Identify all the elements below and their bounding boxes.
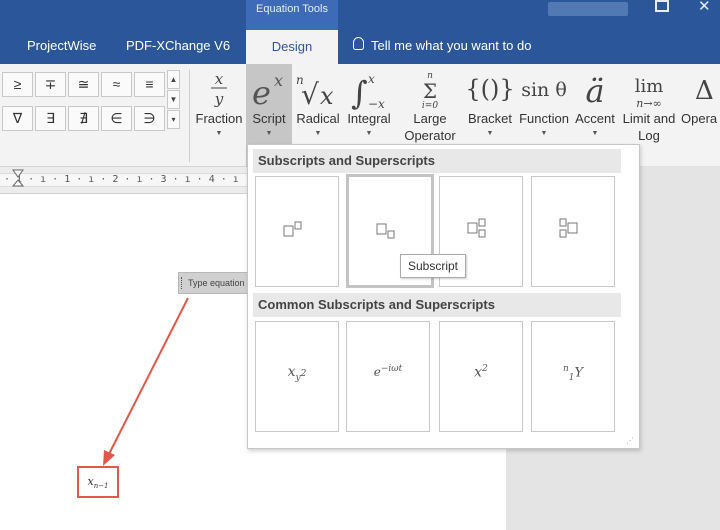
left-subscript-superscript-icon: [559, 218, 578, 238]
subscript-tooltip: Subscript: [400, 254, 466, 278]
common-x-squared-tile[interactable]: x2: [439, 321, 523, 432]
x-squared: x2: [474, 364, 488, 381]
subscript-superscript-icon: [467, 218, 486, 238]
e-to-minus-i-omega-t: e−iωt: [373, 364, 403, 379]
common-xy2-tile[interactable]: xy2: [255, 321, 339, 432]
common-exponential-tile[interactable]: e−iωt: [346, 321, 430, 432]
subscript-icon: [376, 223, 395, 239]
superscript-tile[interactable]: [255, 176, 339, 287]
section-subscripts-superscripts: Subscripts and Superscripts: [253, 149, 621, 173]
resize-grip-icon[interactable]: ⋰: [626, 436, 634, 445]
x-sub-y-squared: xy2: [287, 364, 307, 383]
section-common-subscripts-superscripts: Common Subscripts and Superscripts: [253, 293, 621, 317]
result-equation-highlight: xn−1: [77, 466, 119, 498]
common-nuclide-tile[interactable]: n1Y: [531, 321, 615, 432]
superscript-icon: [283, 221, 302, 237]
nuclide-notation: n1Y: [562, 364, 584, 383]
left-subscript-superscript-tile[interactable]: [531, 176, 615, 287]
script-gallery-dropdown: Subscripts and Superscripts Common Subsc…: [247, 144, 640, 449]
